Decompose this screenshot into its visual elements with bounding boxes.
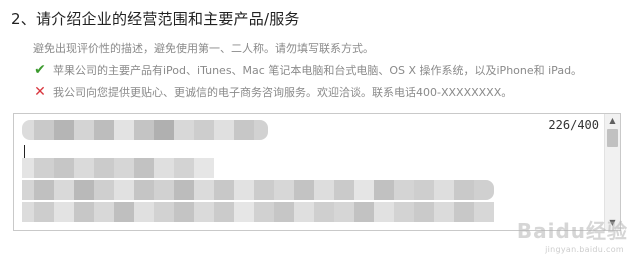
scroll-thumb[interactable] — [607, 129, 618, 147]
text-caret — [24, 145, 25, 158]
cross-icon: ✕ — [34, 84, 46, 100]
blurred-text-line — [22, 158, 214, 178]
hint-text: 避免出现评价性的描述，避免使用第一、二人称。请勿填写联系方式。 — [33, 42, 374, 55]
bad-example-text: 我公司向您提供更贴心、更诚信的电子商务咨询服务。欢迎洽谈。联系电话400-XXX… — [53, 86, 513, 99]
blurred-text-line — [22, 180, 494, 200]
good-example-text: 苹果公司的主要产品有iPod、iTunes、Mac 笔记本电脑和台式电脑、OS … — [53, 64, 583, 77]
question-title: 2、请介绍企业的经营范围和主要产品/服务 — [11, 10, 300, 28]
business-scope-textarea[interactable]: 226/400 ▲ ▼ — [13, 113, 621, 231]
blurred-text-line — [22, 120, 268, 140]
watermark-url: jingyan.baidu.com — [545, 245, 624, 254]
bad-example-row: ✕ 我公司向您提供更贴心、更诚信的电子商务咨询服务。欢迎洽谈。联系电话400-X… — [33, 84, 512, 100]
scroll-up-icon[interactable]: ▲ — [605, 114, 620, 128]
baidu-jingyan-watermark: Baidu经验 — [516, 219, 628, 243]
char-counter: 226/400 — [548, 118, 599, 132]
check-icon: ✔ — [34, 62, 46, 78]
textarea-scrollbar[interactable]: ▲ ▼ — [604, 114, 620, 230]
good-example-row: ✔ 苹果公司的主要产品有iPod、iTunes、Mac 笔记本电脑和台式电脑、O… — [33, 62, 582, 78]
blurred-text-line — [22, 202, 494, 222]
